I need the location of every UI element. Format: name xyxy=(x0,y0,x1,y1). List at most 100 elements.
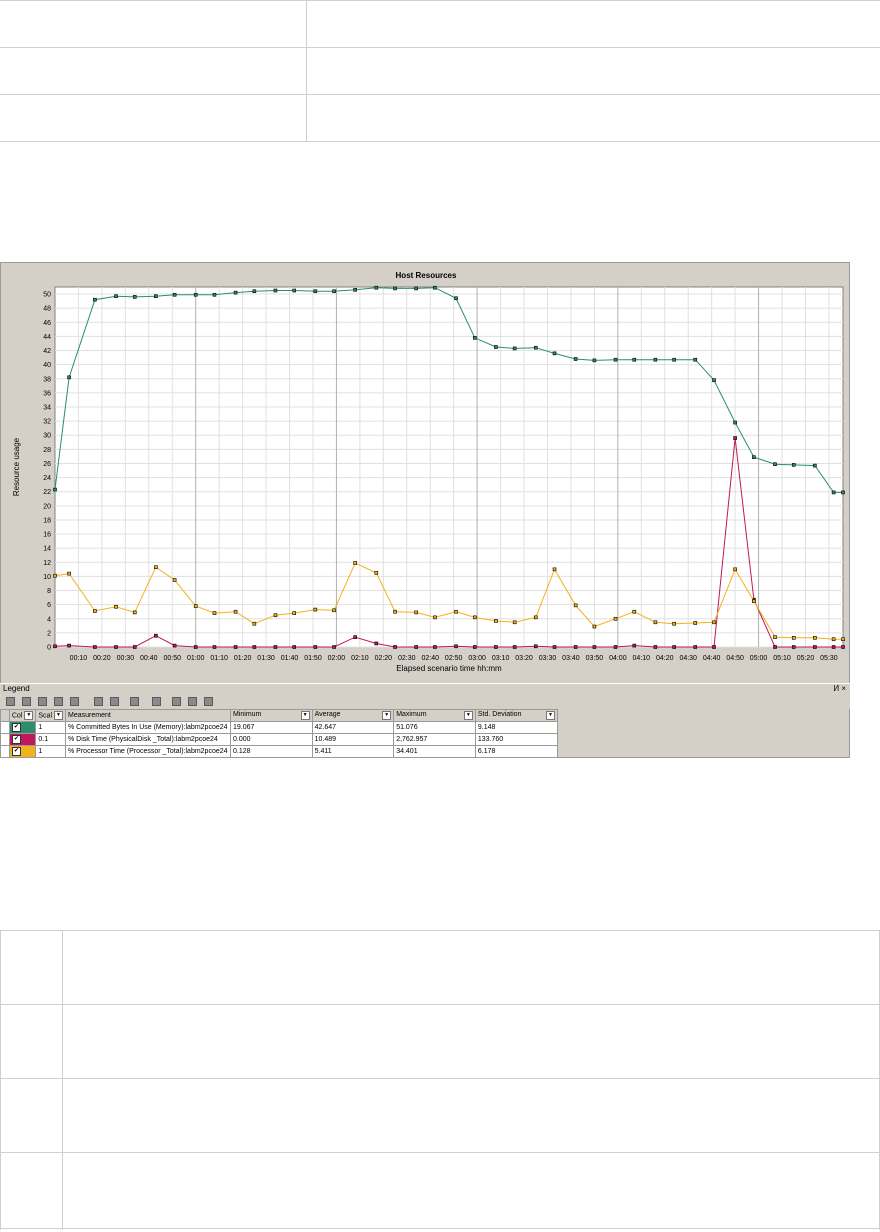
column-header-maximum[interactable]: Maximum ▼ xyxy=(393,709,476,722)
x-tick-label: 05:30 xyxy=(820,655,838,662)
y-tick-label: 2 xyxy=(47,630,51,637)
legend-table: Col ▼ Scal ▼ Measurement Minimum ▼ Average ▼… xyxy=(0,709,559,758)
color-cell[interactable]: ✔ xyxy=(8,733,37,746)
toolbar-columns-icon[interactable] xyxy=(152,697,161,706)
data-point xyxy=(831,645,836,649)
data-point xyxy=(552,567,557,572)
y-tick-label: 10 xyxy=(43,574,51,581)
legend-row[interactable]: ✔ 1 % Committed Bytes In Use (Memory):la… xyxy=(0,721,559,734)
column-header-label: Maximum xyxy=(396,711,427,718)
dropdown-arrow-icon[interactable]: ▼ xyxy=(300,711,310,720)
data-point xyxy=(193,645,198,649)
column-header-scale[interactable]: Scal ▼ xyxy=(35,709,67,722)
table-rule xyxy=(0,1004,880,1005)
y-tick-label: 6 xyxy=(47,602,51,609)
data-point xyxy=(613,616,618,621)
column-header-std-deviation[interactable]: Std. Deviation ▼ xyxy=(474,709,559,722)
column-header-average[interactable]: Average ▼ xyxy=(311,709,395,722)
measurement-cell: % Disk Time (PhysicalDisk _Total):labm2p… xyxy=(65,733,231,746)
data-point xyxy=(773,635,777,639)
column-selector-cell[interactable] xyxy=(0,709,10,722)
minimum-cell: 0.000 xyxy=(230,733,313,746)
x-tick-label: 05:10 xyxy=(773,655,791,662)
data-point xyxy=(67,375,71,380)
toolbar-show-icon[interactable] xyxy=(6,697,15,706)
legend-panel-controls[interactable]: И × xyxy=(833,684,846,693)
data-point xyxy=(414,645,418,649)
data-point xyxy=(93,609,97,613)
x-tick-label: 00:50 xyxy=(163,655,181,662)
row-selector-cell[interactable] xyxy=(0,745,10,758)
toolbar-sort-icon[interactable] xyxy=(130,697,139,706)
data-point xyxy=(693,621,698,625)
toolbar-hide-icon[interactable] xyxy=(22,697,31,706)
toolbar-configure-icon[interactable] xyxy=(54,697,63,706)
dropdown-arrow-icon[interactable]: ▼ xyxy=(382,711,392,720)
data-point xyxy=(172,292,177,297)
x-tick-label: 01:20 xyxy=(234,655,252,662)
data-point xyxy=(533,644,538,649)
data-point xyxy=(454,296,458,301)
visibility-checkbox[interactable]: ✔ xyxy=(11,735,21,744)
row-selector-cell[interactable] xyxy=(0,733,10,746)
data-point xyxy=(154,294,158,298)
toolbar-properties-icon[interactable] xyxy=(204,697,213,706)
data-point xyxy=(472,615,477,620)
x-tick-label: 00:40 xyxy=(140,655,158,662)
column-header-label: Measurement xyxy=(68,712,111,719)
data-point xyxy=(592,645,597,649)
maximum-cell: 34.401 xyxy=(393,745,476,758)
data-point xyxy=(512,620,517,625)
y-tick-label: 12 xyxy=(43,560,51,567)
data-point xyxy=(733,436,737,440)
host-resources-chart: Host Resources02468101214161820222426283… xyxy=(12,271,845,673)
column-header-minimum[interactable]: Minimum ▼ xyxy=(230,709,313,722)
x-tick-label: 00:20 xyxy=(93,655,111,662)
color-cell[interactable]: ✔ xyxy=(8,721,37,734)
toolbar-open-icon[interactable] xyxy=(94,697,103,706)
data-point xyxy=(494,345,498,349)
data-point xyxy=(154,633,158,638)
data-point xyxy=(512,346,517,351)
data-point xyxy=(313,289,318,294)
dropdown-arrow-icon[interactable]: ▼ xyxy=(546,711,555,720)
x-tick-label: 03:50 xyxy=(586,655,604,662)
data-point xyxy=(433,615,437,620)
data-point xyxy=(552,351,557,356)
dropdown-arrow-icon[interactable]: ▼ xyxy=(24,711,34,720)
color-cell[interactable]: ✔ xyxy=(8,745,37,758)
column-header-measurement[interactable]: Measurement xyxy=(65,709,231,722)
row-selector-cell[interactable] xyxy=(0,721,10,734)
legend-row[interactable]: ✔ 1 % Processor Time (Processor _Total):… xyxy=(0,745,559,758)
dropdown-arrow-icon[interactable]: ▼ xyxy=(54,711,64,720)
toolbar-show-only-icon[interactable] xyxy=(38,697,47,706)
y-tick-label: 0 xyxy=(47,645,51,652)
table-column-rule xyxy=(0,930,1,1230)
column-header-label: Minimum xyxy=(233,711,262,718)
data-point xyxy=(67,571,71,576)
y-tick-label: 42 xyxy=(43,348,51,355)
toolbar-animate-icon[interactable] xyxy=(172,697,181,706)
average-cell: 42.647 xyxy=(311,721,395,734)
y-tick-label: 30 xyxy=(43,433,51,440)
table-rule xyxy=(0,930,880,931)
legend-row[interactable]: ✔ 0.1 % Disk Time (PhysicalDisk _Total):… xyxy=(0,733,559,746)
toolbar-highlight-icon[interactable] xyxy=(188,697,197,706)
legend-toolbar xyxy=(0,695,850,709)
toolbar-filter-icon[interactable] xyxy=(70,697,79,706)
visibility-checkbox[interactable]: ✔ xyxy=(11,723,21,732)
scale-cell[interactable]: 0.1 xyxy=(35,733,67,746)
x-tick-label: 00:10 xyxy=(70,655,88,662)
dropdown-arrow-icon[interactable]: ▼ xyxy=(463,711,473,720)
column-header-color[interactable]: Col ▼ xyxy=(8,709,37,722)
toolbar-save-icon[interactable] xyxy=(110,697,119,706)
data-point xyxy=(212,645,217,649)
y-tick-label: 36 xyxy=(43,390,51,397)
scale-cell[interactable]: 1 xyxy=(35,721,67,734)
visibility-checkbox[interactable]: ✔ xyxy=(11,747,21,756)
x-tick-label: 01:30 xyxy=(257,655,275,662)
scale-cell[interactable]: 1 xyxy=(35,745,67,758)
data-point xyxy=(353,288,357,292)
table-rule xyxy=(0,0,880,1)
x-tick-label: 04:10 xyxy=(633,655,651,662)
